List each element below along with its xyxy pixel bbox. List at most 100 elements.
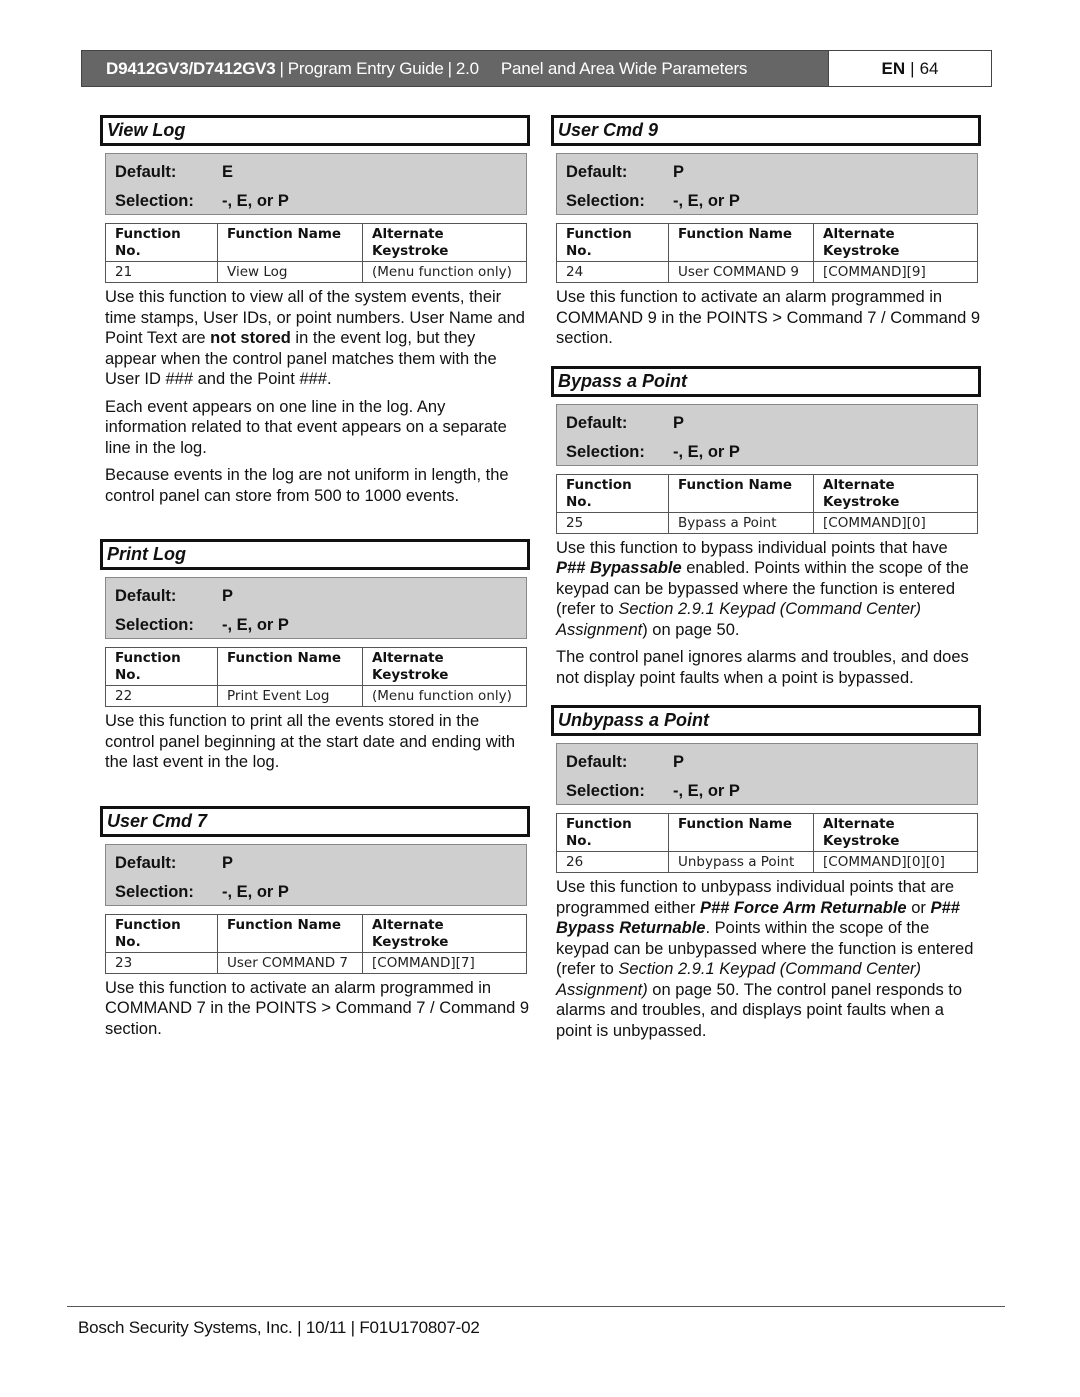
table-row: 25 Bypass a Point [COMMAND][0] — [556, 511, 978, 534]
col-alternate-keystroke: Alternate Keystroke — [813, 473, 978, 513]
default-value: P — [673, 753, 685, 771]
header-guide: Program Entry Guide — [287, 58, 444, 78]
selection-value: -, E, or P — [673, 442, 740, 461]
col-function-name: Function Name — [668, 473, 814, 513]
col-alternate-keystroke: Alternate Keystroke — [362, 647, 527, 686]
section-body: Use this function to view all of the sys… — [105, 287, 530, 506]
header-separator: | — [447, 58, 452, 78]
col-function-name: Function Name — [217, 223, 363, 262]
col-function-no: Function No. — [105, 647, 218, 686]
alternate-keystroke: [COMMAND][0][0] — [813, 851, 978, 873]
col-function-no: Function No. — [556, 473, 669, 513]
section-view-log: View Log Default: E Selection: -, E, or P … — [100, 115, 530, 506]
section-title: User Cmd 9 — [551, 115, 981, 146]
function-no: 26 — [556, 851, 669, 873]
table-row: 22 Print Event Log (Menu function only) — [105, 685, 527, 707]
footer-doc-number: F01U170807-02 — [359, 1318, 480, 1337]
paragraph: Use this function to activate an alarm p… — [556, 288, 981, 347]
param-box: Default: P Selection: -, E, or P — [556, 743, 978, 805]
section-body: Use this function to unbypass individual… — [556, 877, 981, 1041]
function-no: 23 — [105, 951, 218, 974]
function-table: Function No. Function Name Alternate Keyst… — [105, 913, 527, 974]
table-header-row: Function No. Function Name Alternate Keyst… — [556, 473, 978, 513]
section-title: Bypass a Point — [551, 365, 981, 397]
table-row: 24 User COMMAND 9 [COMMAND][9] — [556, 261, 978, 283]
function-name: Print Event Log — [217, 685, 363, 707]
default-label: Default: — [566, 753, 628, 771]
selection-label: Selection: — [566, 782, 645, 800]
header-separator: | — [279, 58, 284, 78]
default-value: E — [222, 163, 234, 181]
col-function-no: Function No. — [556, 223, 669, 262]
selection-label: Selection: — [566, 442, 645, 461]
left-column: View Log Default: E Selection: -, E, or P … — [100, 115, 530, 1046]
default-label: Default: — [115, 587, 177, 605]
table-row: 23 User COMMAND 7 [COMMAND][7] — [105, 951, 527, 974]
section-unbypass-point: Unbypass a Point Default: P Selection: -, … — [551, 705, 981, 1041]
param-box: Default: P Selection: -, E, or P — [556, 403, 978, 466]
table-row: 26 Unbypass a Point [COMMAND][0][0] — [556, 851, 978, 873]
table-row: 21 View Log (Menu function only) — [105, 261, 527, 283]
paragraph: Use this function to bypass individual p… — [556, 538, 969, 639]
footer-separator: | — [350, 1318, 355, 1337]
table-header-row: Function No. Function Name Alternate Keyst… — [556, 813, 978, 852]
alternate-keystroke: [COMMAND][0] — [813, 511, 978, 534]
section-user-cmd-7: User Cmd 7 Default: P Selection: -, E, or … — [100, 805, 530, 1040]
section-title: Unbypass a Point — [551, 705, 981, 736]
col-function-no: Function No. — [556, 813, 669, 852]
alternate-keystroke: (Menu function only) — [362, 261, 527, 283]
footer-date: 10/11 — [305, 1318, 347, 1337]
header-separator: | — [910, 58, 915, 78]
table-header-row: Function No. Function Name Alternate Keyst… — [105, 223, 527, 262]
selection-label: Selection: — [566, 192, 645, 210]
section-bypass-point: Bypass a Point Default: P Selection: -, E,… — [551, 365, 981, 689]
paragraph: Use this function to view all of the sys… — [105, 288, 525, 388]
function-table: Function No. Function Name Alternate Keyst… — [556, 813, 978, 873]
param-box: Default: E Selection: -, E, or P — [105, 153, 527, 215]
paragraph: Use this function to activate an alarm p… — [105, 978, 530, 1038]
selection-value: -, E, or P — [673, 782, 740, 800]
default-label: Default: — [115, 853, 177, 872]
function-table: Function No. Function Name Alternate Keyst… — [556, 473, 978, 534]
section-title: View Log — [100, 115, 530, 146]
selection-label: Selection: — [115, 616, 194, 634]
col-function-no: Function No. — [105, 913, 218, 953]
page-header: D9412GV3/D7412GV3 | Program Entry Guide … — [81, 50, 992, 87]
selection-value: -, E, or P — [673, 192, 740, 210]
function-table: Function No. Function Name Alternate Keyst… — [556, 223, 978, 283]
col-function-name: Function Name — [217, 647, 363, 686]
col-function-no: Function No. — [105, 223, 218, 262]
header-model: D9412GV3/D7412GV3 — [106, 58, 276, 78]
paragraph: Each event appears on one line in the lo… — [105, 397, 507, 457]
paragraph: Use this function to print all the event… — [105, 712, 516, 771]
default-value: P — [673, 163, 685, 181]
header-language: EN — [881, 58, 906, 78]
col-alternate-keystroke: Alternate Keystroke — [813, 813, 978, 852]
section-body: Use this function to print all the event… — [105, 711, 530, 773]
header-version: 2.0 — [455, 58, 479, 78]
section-title: Print Log — [100, 539, 530, 570]
default-value: P — [673, 413, 685, 432]
col-alternate-keystroke: Alternate Keystroke — [362, 913, 527, 953]
selection-label: Selection: — [115, 192, 194, 210]
function-table: Function No. Function Name Alternate Keyst… — [105, 647, 527, 707]
default-value: P — [222, 587, 234, 605]
section-user-cmd-9: User Cmd 9 Default: P Selection: -, E, or … — [551, 115, 981, 349]
paragraph: The control panel ignores alarms and tro… — [556, 648, 969, 687]
paragraph: Use this function to unbypass individual… — [556, 878, 974, 1040]
section-body: Use this function to activate an alarm p… — [105, 978, 530, 1040]
default-value: P — [222, 853, 234, 872]
function-name: Unbypass a Point — [668, 851, 814, 873]
selection-label: Selection: — [115, 882, 194, 901]
paragraph: Because events in the log are not unifor… — [105, 466, 509, 505]
function-name: User COMMAND 9 — [668, 261, 814, 283]
alternate-keystroke: [COMMAND][7] — [362, 951, 527, 974]
col-alternate-keystroke: Alternate Keystroke — [362, 223, 527, 262]
function-name: User COMMAND 7 — [217, 951, 363, 974]
default-label: Default: — [566, 413, 628, 432]
selection-value: -, E, or P — [222, 616, 289, 634]
table-header-row: Function No. Function Name Alternate Keyst… — [105, 913, 527, 953]
page-footer: Bosch Security Systems, Inc. | 10/11 | F… — [78, 1318, 480, 1338]
right-column: User Cmd 9 Default: P Selection: -, E, or … — [551, 115, 981, 1048]
header-section: Panel and Area Wide Parameters — [500, 58, 748, 78]
